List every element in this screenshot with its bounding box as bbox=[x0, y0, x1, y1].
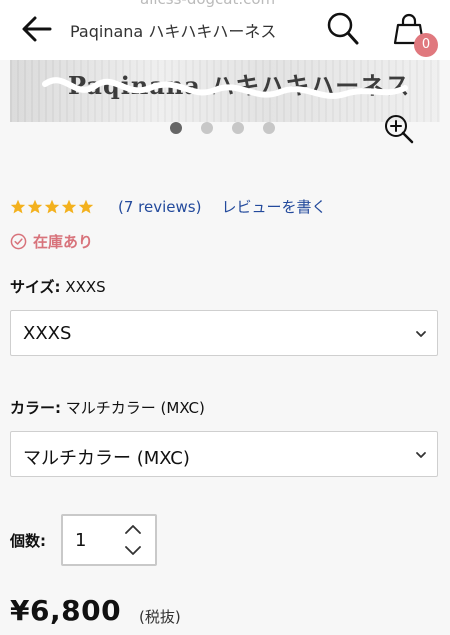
url-text-cut: allcss-dogcat.com bbox=[140, 0, 275, 8]
reviews-link[interactable]: (7 reviews) bbox=[118, 198, 201, 216]
back-button[interactable] bbox=[20, 14, 54, 44]
pagination-dot[interactable] bbox=[232, 122, 244, 134]
pagination-dot[interactable] bbox=[201, 122, 213, 134]
color-label: カラー: bbox=[10, 399, 61, 417]
search-button[interactable] bbox=[326, 10, 360, 46]
chevron-down-icon bbox=[416, 331, 426, 337]
product-image[interactable]: Paqinana ハキハキハーネス bbox=[10, 60, 440, 122]
price: ¥6,800 bbox=[10, 594, 122, 627]
stock-status: 在庫あり bbox=[10, 231, 93, 252]
size-select[interactable]: XXXS bbox=[10, 310, 438, 356]
star-icon bbox=[78, 199, 94, 213]
star-icon bbox=[44, 199, 60, 213]
star-icon bbox=[61, 199, 77, 213]
pagination-dot[interactable] bbox=[263, 122, 275, 134]
size-select-value: XXXS bbox=[23, 323, 72, 344]
quantity-stepper[interactable]: 1 bbox=[61, 514, 157, 566]
quantity-label: 個数: bbox=[10, 532, 46, 550]
app-header: allcss-dogcat.com Paqinana ハキハキハーネス 0 bbox=[0, 0, 450, 60]
star-rating bbox=[10, 199, 94, 215]
size-label: サイズ: bbox=[10, 278, 61, 296]
arrow-left-icon bbox=[22, 16, 52, 42]
search-icon bbox=[327, 12, 359, 45]
stock-status-text: 在庫あり bbox=[33, 233, 94, 251]
cart-count-badge: 0 bbox=[414, 33, 438, 57]
chevron-up-icon[interactable] bbox=[123, 522, 143, 538]
write-review-link[interactable]: レビューを書く bbox=[221, 196, 326, 217]
image-pagination bbox=[170, 122, 275, 134]
zoom-button[interactable] bbox=[382, 112, 416, 146]
color-option-label: カラー: マルチカラー (MXC) bbox=[10, 397, 205, 418]
chevron-down-icon[interactable] bbox=[123, 542, 143, 558]
page-title: Paqinana ハキハキハーネス bbox=[70, 22, 277, 41]
size-selected-text: XXXS bbox=[65, 278, 106, 296]
check-circle-icon bbox=[10, 233, 27, 250]
star-icon bbox=[10, 199, 26, 213]
tax-note: (税抜) bbox=[139, 608, 181, 626]
size-option-label: サイズ: XXXS bbox=[10, 276, 106, 297]
pagination-dot[interactable] bbox=[170, 122, 182, 134]
chevron-down-icon bbox=[416, 452, 426, 458]
review-summary: (7 reviews) レビューを書く bbox=[10, 196, 326, 217]
redaction-scribble bbox=[42, 77, 408, 99]
color-select[interactable]: マルチカラー (MXC) bbox=[10, 431, 438, 477]
color-selected-text: マルチカラー (MXC) bbox=[65, 399, 205, 417]
color-select-value: マルチカラー (MXC) bbox=[23, 448, 190, 469]
star-icon bbox=[27, 199, 43, 213]
quantity-value[interactable]: 1 bbox=[75, 530, 86, 551]
zoom-in-icon bbox=[385, 115, 414, 144]
